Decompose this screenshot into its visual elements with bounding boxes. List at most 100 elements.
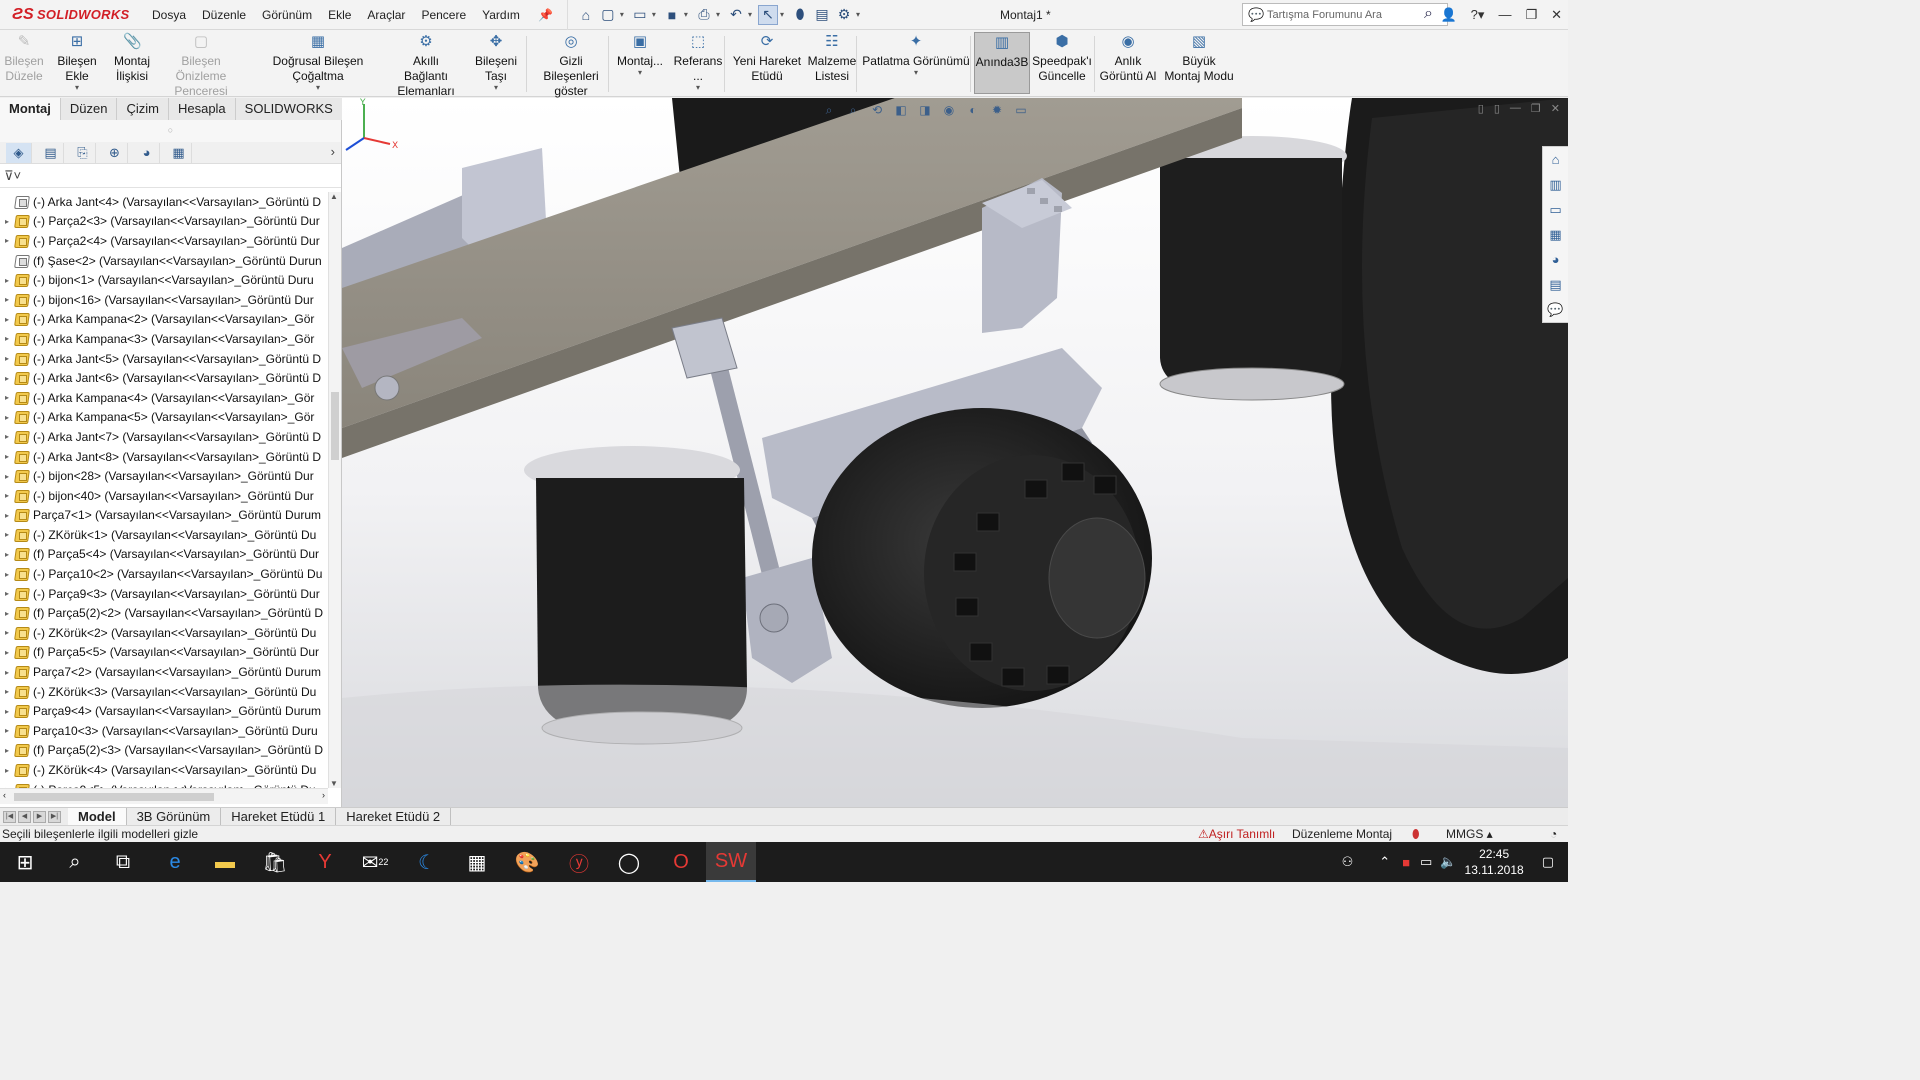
prev-tab-icon[interactable]: ◀ bbox=[18, 810, 31, 823]
help-icon[interactable]: ?▾ bbox=[1471, 0, 1485, 30]
menu-item[interactable]: Dosya bbox=[144, 0, 194, 30]
toolbar-button[interactable]: ◉ Anlık Görüntü Al bbox=[1098, 34, 1158, 84]
chevron-down-icon[interactable]: ▾ bbox=[780, 10, 784, 19]
scroll-right-icon[interactable]: › bbox=[322, 790, 325, 800]
scroll-down-icon[interactable]: ▼ bbox=[330, 779, 338, 788]
volume-icon[interactable]: 🔈 bbox=[1440, 854, 1456, 870]
opera-icon[interactable]: O bbox=[656, 842, 706, 882]
chevron-down-icon[interactable]: ▾ bbox=[620, 10, 624, 19]
rebuild-indicator-icon[interactable]: ⬮ bbox=[1412, 826, 1420, 842]
expand-arrow-icon[interactable]: ▸ bbox=[0, 589, 14, 598]
property-manager-icon[interactable]: ▤ bbox=[38, 142, 64, 163]
expand-arrow-icon[interactable]: ▸ bbox=[0, 354, 14, 363]
chevron-down-icon[interactable]: ▾ bbox=[748, 10, 752, 19]
expand-arrow-icon[interactable]: ▸ bbox=[0, 413, 14, 422]
expand-arrow-icon[interactable]: ▸ bbox=[0, 609, 14, 618]
battery-icon[interactable]: ▭ bbox=[1420, 854, 1432, 870]
tree-item[interactable]: ▸ (-) Arka Jant<6> (Varsayılan<<Varsayıla… bbox=[0, 368, 328, 388]
close-icon[interactable]: ✕ bbox=[1551, 0, 1562, 30]
toolbar-button[interactable]: ✥ Bileşeni Taşı ▾ bbox=[464, 34, 528, 92]
menu-item[interactable]: Görünüm bbox=[254, 0, 320, 30]
chevron-down-icon[interactable]: ▾ bbox=[652, 10, 656, 19]
store-icon[interactable]: 🛍 bbox=[250, 842, 300, 882]
solidworks-taskbar-icon[interactable]: SW bbox=[706, 842, 756, 882]
panel-grip[interactable]: ○ bbox=[0, 120, 341, 142]
quick-tips-icon[interactable]: ◔ bbox=[1550, 826, 1557, 842]
expand-arrow-icon[interactable]: ▸ bbox=[0, 707, 14, 716]
tree-item[interactable]: ▸ (-) Arka Jant<7> (Varsayılan<<Varsayıla… bbox=[0, 427, 328, 447]
cam-manager-icon[interactable]: ▦ bbox=[166, 142, 192, 163]
app-icon[interactable]: ☾ bbox=[402, 842, 452, 882]
expand-arrow-icon[interactable]: ▸ bbox=[0, 334, 14, 343]
print-icon[interactable]: ⎙ bbox=[694, 5, 714, 25]
chevron-down-icon[interactable]: ▾ bbox=[684, 10, 688, 19]
tile-icon[interactable]: ▯ bbox=[1478, 102, 1484, 115]
chevron-down-icon[interactable]: ▾ bbox=[856, 10, 860, 19]
toolbar-button[interactable]: ✎ Bileşen Düzele bbox=[4, 34, 44, 84]
toolbar-button[interactable]: ▢ Bileşen Önizleme Penceresi bbox=[156, 34, 246, 99]
appearance-icon[interactable]: ✹ bbox=[988, 102, 1006, 118]
resources-home-icon[interactable]: ⌂ bbox=[1543, 147, 1568, 172]
toolbar-button[interactable]: ⚙ Akıllı Bağlantı Elemanları bbox=[390, 34, 462, 99]
expand-arrow-icon[interactable]: ▸ bbox=[0, 452, 14, 461]
new-document-icon[interactable]: ▢ bbox=[598, 5, 618, 25]
scroll-thumb[interactable] bbox=[331, 392, 339, 460]
chevron-down-icon[interactable]: ▾ bbox=[862, 69, 970, 77]
windows-start-icon[interactable]: ⊞ bbox=[0, 842, 50, 882]
zoom-to-fit-icon[interactable]: ⌕ bbox=[820, 102, 838, 118]
tree-item[interactable]: ▸ (-) Arka Kampana<5> (Varsayılan<<Varsay… bbox=[0, 408, 328, 428]
assembly-3d-view[interactable] bbox=[342, 98, 1568, 807]
tree-item[interactable]: ▸ (-) Arka Kampana<4> (Varsayılan<<Varsay… bbox=[0, 388, 328, 408]
tree-item[interactable]: ▸ (-) bijon<28> (Varsayılan<<Varsayılan>_… bbox=[0, 466, 328, 486]
tree-item[interactable]: ▸ (-) Parça9<3> (Varsayılan<<Varsayılan>_… bbox=[0, 584, 328, 604]
toolbar-button[interactable]: ▣ Montaj... ▾ bbox=[614, 34, 666, 77]
chevron-up-icon[interactable]: ⌃ bbox=[1379, 854, 1390, 870]
view-orientation-icon[interactable]: ◨ bbox=[916, 102, 934, 118]
search-icon[interactable]: ⌕ bbox=[1424, 5, 1433, 23]
toolbar-button[interactable]: ⬢ Speedpak'ı Güncelle bbox=[1032, 34, 1092, 84]
toolbar-button[interactable]: ▥ Anında3B bbox=[974, 32, 1030, 94]
toolbar-button[interactable]: 📎 Montaj İlişkisi bbox=[112, 34, 152, 84]
tree-item[interactable]: ▸ (-) Parça10<2> (Varsayılan<<Varsayılan>… bbox=[0, 564, 328, 584]
paint-icon[interactable]: 🎨 bbox=[502, 842, 552, 882]
tree-item[interactable]: ▸ (-) Arka Kampana<3> (Varsayılan<<Varsay… bbox=[0, 329, 328, 349]
tree-item[interactable]: ▸ (f) Parça5<4> (Varsayılan<<Varsayılan>_… bbox=[0, 545, 328, 565]
dimxpert-icon[interactable]: ⊕ bbox=[102, 142, 128, 163]
tab-3[interactable]: Hesapla bbox=[169, 98, 236, 120]
tree-horizontal-scrollbar[interactable]: ‹ › bbox=[0, 788, 328, 804]
chevron-down-icon[interactable]: ▾ bbox=[614, 69, 666, 77]
menu-item[interactable]: Pencere bbox=[413, 0, 474, 30]
expand-arrow-icon[interactable]: ▸ bbox=[0, 766, 14, 775]
select-cursor-icon[interactable]: ↖ bbox=[757, 4, 778, 25]
expand-arrow-icon[interactable]: ▸ bbox=[0, 432, 14, 441]
save-icon[interactable]: ■ bbox=[662, 5, 682, 25]
expand-arrow-icon[interactable]: ▸ bbox=[0, 530, 14, 539]
tree-item[interactable]: ▸ Parça7<2> (Varsayılan<<Varsayılan>_Görü… bbox=[0, 662, 328, 682]
expand-arrow-icon[interactable]: ▸ bbox=[0, 217, 14, 226]
tree-item[interactable]: ▸ Parça9<4> (Varsayılan<<Varsayılan>_Görü… bbox=[0, 701, 328, 721]
tree-vertical-scrollbar[interactable]: ▲ ▼ bbox=[328, 192, 341, 788]
options-gear-icon[interactable]: ⚙ bbox=[834, 5, 854, 25]
last-tab-icon[interactable]: ▶| bbox=[48, 810, 61, 823]
tree-item[interactable]: ▸ (-) bijon<16> (Varsayılan<<Varsayılan>_… bbox=[0, 290, 328, 310]
traffic-light-icon[interactable]: ⬮ bbox=[790, 5, 810, 25]
bottom-tab-1[interactable]: 3B Görünüm bbox=[127, 807, 222, 826]
expand-arrow-icon[interactable]: ▸ bbox=[0, 668, 14, 677]
view-settings-icon[interactable]: ▭ bbox=[1012, 102, 1030, 118]
toolbar-button[interactable]: ⟳ Yeni Hareket Etüdü bbox=[732, 34, 802, 84]
tree-item[interactable]: ▸ (-) Arka Jant<8> (Varsayılan<<Varsayıla… bbox=[0, 447, 328, 467]
edge-browser-icon[interactable]: e bbox=[150, 842, 200, 882]
menu-item[interactable]: Yardım bbox=[474, 0, 528, 30]
clock[interactable]: 22:45 13.11.2018 bbox=[1465, 846, 1524, 878]
file-explorer-icon[interactable]: ▬ bbox=[200, 842, 250, 882]
mail-icon[interactable]: ✉ 22 bbox=[350, 842, 400, 882]
tab-0[interactable]: Montaj bbox=[0, 98, 61, 120]
chevron-down-icon[interactable]: ▾ bbox=[46, 84, 108, 92]
over-defined-warning[interactable]: ⚠Aşırı Tanımlı bbox=[1198, 826, 1275, 842]
toolbar-button[interactable]: ▧ Büyük Montaj Modu bbox=[1160, 34, 1238, 84]
chevron-down-icon[interactable]: ▾ bbox=[668, 84, 728, 92]
restore-icon[interactable]: ❐ bbox=[1525, 0, 1537, 30]
menu-item[interactable]: Araçlar bbox=[359, 0, 413, 30]
expand-arrow-icon[interactable]: ▸ bbox=[0, 472, 14, 481]
tree-item[interactable]: ▸ (-) bijon<1> (Varsayılan<<Varsayılan>_G… bbox=[0, 270, 328, 290]
